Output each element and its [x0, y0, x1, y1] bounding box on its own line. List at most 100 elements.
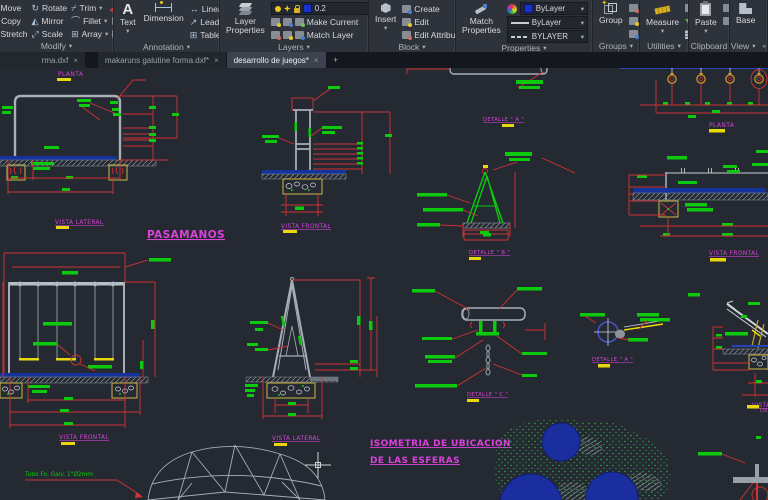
- color-caret: ▾: [580, 5, 584, 13]
- handrail-side-view[interactable]: PLANTA VISTA LATERAL: [0, 71, 179, 229]
- mirror-button[interactable]: ◭ Mirror: [31, 15, 67, 27]
- detalle-c-label[interactable]: DETALLE " C ": [467, 392, 508, 398]
- ground-section-right[interactable]: VISTA FRONTAL: [628, 150, 768, 262]
- match-properties-button[interactable]: Match Properties: [460, 2, 503, 36]
- model-space[interactable]: PLANTA VISTA LATERAL PASAMANOS VISTA FRO…: [0, 63, 768, 500]
- edit-attributes-button[interactable]: Edit Attributes▾: [402, 29, 455, 41]
- vista-lateral-label[interactable]: VISTA LATERAL: [55, 220, 104, 226]
- table-button[interactable]: ⊞ Table: [190, 29, 219, 41]
- stretch-button[interactable]: ⇲Stretch: [0, 28, 28, 40]
- edit-block-icon: [402, 18, 413, 27]
- fillet-icon: ⌒: [71, 15, 81, 26]
- match-layer-button[interactable]: Match Layer: [270, 29, 368, 41]
- block-panel-label[interactable]: Block ▾: [369, 41, 455, 52]
- match-properties-icon: [475, 3, 488, 15]
- spheres-isometric[interactable]: [494, 418, 671, 500]
- measure-button[interactable]: Measure ▾: [644, 2, 681, 37]
- utilities-panel-label[interactable]: Utilities ▾: [640, 40, 688, 52]
- aframe-side-view[interactable]: VISTA LATERAL: [245, 277, 378, 447]
- isometria-line1[interactable]: ISOMETRIA DE UBICACION: [370, 439, 511, 449]
- panel-caret: ▾: [422, 43, 426, 51]
- dome-note[interactable]: Tubo Fo. Galv. 1"Ø2mm: [24, 444, 326, 500]
- tubo-note-text[interactable]: Tubo Fo. Galv. 1"Ø2mm: [24, 471, 93, 478]
- swing-set-front-view[interactable]: VISTA FRONTAL: [0, 252, 171, 445]
- isometria-title[interactable]: ISOMETRIA DE UBICACION DE LAS ESFERAS: [370, 439, 511, 466]
- base-button[interactable]: Base: [734, 2, 757, 26]
- copy-button[interactable]: ❐Copy: [0, 15, 27, 27]
- close-tab-icon[interactable]: ×: [214, 56, 219, 65]
- paste-button[interactable]: Paste ▾: [693, 1, 719, 37]
- detalle-b-label[interactable]: DETALLE " B ": [469, 250, 510, 256]
- group-button[interactable]: ✦ Group: [597, 0, 625, 26]
- vista-lateral-aframe-label[interactable]: VISTA LATERAL: [272, 436, 321, 442]
- linetype-dropdown[interactable]: BYLAYER ▾: [506, 30, 588, 43]
- pasamanos-title[interactable]: PASAMANOS: [147, 229, 225, 241]
- hooks-plan-view[interactable]: PLANTA: [620, 67, 768, 133]
- panel-view: Base View ▾»: [730, 0, 768, 52]
- tube-detail-top[interactable]: DETALLE " A ": [406, 63, 548, 127]
- insert-button[interactable]: Insert ▾: [373, 2, 398, 34]
- layer-properties-button[interactable]: Layer Properties: [224, 2, 267, 36]
- array-button[interactable]: ⊞ Array ▾: [71, 28, 108, 40]
- ribbon: ✥Move ❐Copy ⇲Stretch ↻Rotate ◭Mirror ⤢Sc…: [0, 0, 768, 52]
- layers-panel-label[interactable]: Layers ▾: [220, 41, 368, 52]
- vista-frontal-right-label[interactable]: VISTA FRONTAL: [709, 251, 759, 257]
- new-tab-button[interactable]: +: [327, 52, 345, 68]
- swing-aframe-front[interactable]: DETALLE " B ": [417, 152, 576, 260]
- layer-dropdown[interactable]: 0.2 ▾: [270, 2, 368, 15]
- clipboard-panel-label[interactable]: Clipboard: [689, 40, 729, 52]
- insert-caret: ▾: [384, 24, 388, 32]
- dimension-button[interactable]: Dimension: [142, 1, 186, 24]
- detalle-cut-label[interactable]: DETA: [760, 408, 768, 414]
- annotation-panel-label[interactable]: Annotation ▾: [114, 41, 219, 52]
- slide-side-view[interactable]: VISTA F: [712, 300, 768, 409]
- linear-button[interactable]: ↔Linear▾: [190, 3, 219, 15]
- lineweight-dropdown[interactable]: ByLayer ▾: [506, 16, 588, 29]
- modify-panel-label[interactable]: Modify ▾: [0, 40, 113, 52]
- isometria-line2[interactable]: DE LAS ESFERAS: [370, 456, 460, 466]
- properties-panel-label[interactable]: Properties ▾: [456, 43, 592, 52]
- vista-frontal-label[interactable]: VISTA FRONTAL: [281, 224, 331, 230]
- array-caret: ▾: [104, 31, 109, 38]
- vista-frontal-swings-label[interactable]: VISTA FRONTAL: [59, 435, 109, 441]
- move-button[interactable]: ✥Move: [0, 2, 27, 14]
- layer-thaw-icon: [283, 5, 291, 12]
- make-current-button[interactable]: Make Current: [270, 16, 368, 28]
- autocad-window: ✥Move ❐Copy ⇲Stretch ↻Rotate ◭Mirror ⤢Sc…: [0, 0, 768, 500]
- file-tab-3-active[interactable]: desarrollo de juegos* ×: [226, 52, 327, 68]
- panel-caret: ▾: [68, 43, 73, 50]
- detalle-a-mid-label[interactable]: DETALLE " A ": [592, 357, 633, 363]
- trim-button[interactable]: ⌿ Trim ▾: [71, 2, 108, 14]
- fillet-button[interactable]: ⌒ Fillet ▾: [71, 15, 108, 27]
- close-tab-icon[interactable]: ×: [314, 56, 319, 65]
- panel-modify: ✥Move ❐Copy ⇲Stretch ↻Rotate ◭Mirror ⤢Sc…: [0, 0, 114, 52]
- copy-clip-button[interactable]: [722, 2, 729, 14]
- create-block-button[interactable]: Create: [402, 3, 455, 15]
- file-tab-1[interactable]: rma.dxf ×: [0, 52, 86, 68]
- handrail-front-view[interactable]: VISTA FRONTAL: [261, 86, 392, 233]
- file-tab-2[interactable]: makaruns galutine forma.dxf* ×: [98, 52, 227, 68]
- groups-panel-label[interactable]: Groups ▾: [593, 40, 639, 52]
- planta-label-left[interactable]: PLANTA: [58, 71, 84, 78]
- drawing-canvas[interactable]: PLANTA VISTA LATERAL PASAMANOS VISTA FRO…: [0, 63, 768, 500]
- trim-caret: ▾: [99, 5, 103, 12]
- detalle-a-top-label[interactable]: DETALLE " A ": [483, 117, 524, 123]
- cut-clip-button[interactable]: [722, 15, 729, 27]
- group-select-button[interactable]: [628, 28, 639, 40]
- leader-button[interactable]: ↗Leader▾: [190, 16, 219, 28]
- edit-block-button[interactable]: Edit: [402, 16, 455, 28]
- right-edge-detail[interactable]: DETA: [698, 405, 768, 500]
- rotate-button[interactable]: ↻ Rotate: [31, 2, 67, 14]
- planta-label-right[interactable]: PLANTA: [709, 122, 735, 129]
- swing-seat-detail[interactable]: DETALLE " C ": [367, 229, 547, 402]
- close-tab-icon[interactable]: ×: [73, 56, 78, 65]
- scale-button[interactable]: ⤢ Scale: [31, 28, 67, 40]
- ribbon-overflow-chevron[interactable]: »: [762, 43, 766, 50]
- object-color-dropdown[interactable]: ByLayer ▾: [519, 2, 588, 15]
- paste-caret: ▾: [704, 27, 708, 35]
- ungroup-button[interactable]: [628, 2, 639, 14]
- group-edit-button[interactable]: [628, 15, 639, 27]
- text-button[interactable]: A Text ▾: [118, 2, 138, 37]
- view-panel-label[interactable]: View ▾»: [730, 40, 767, 52]
- tube-section-detail[interactable]: DETALLE " A ": [580, 293, 700, 368]
